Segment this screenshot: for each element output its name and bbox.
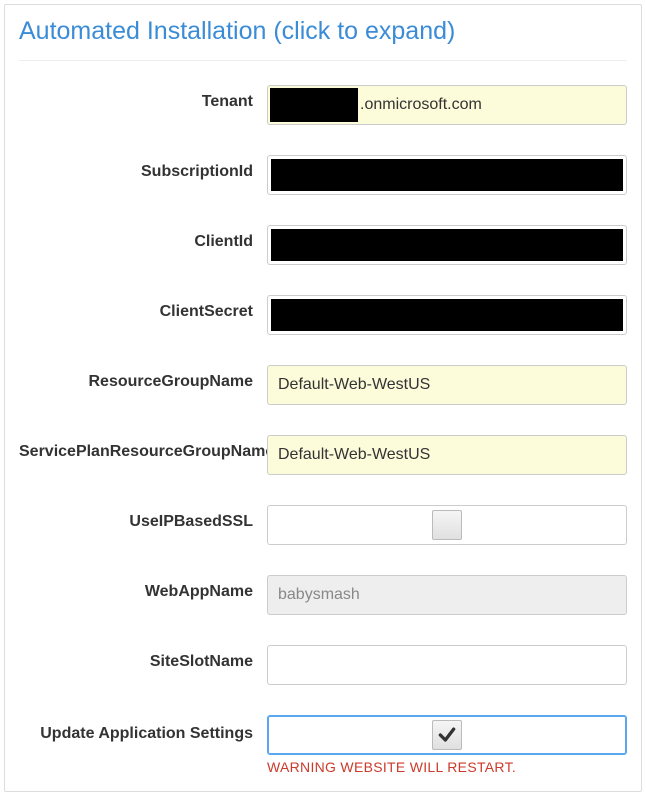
row-client-id: ClientId xyxy=(19,225,627,265)
restart-warning: WARNING WEBSITE WILL RESTART. xyxy=(267,759,627,775)
label-client-secret: ClientSecret xyxy=(19,295,267,321)
label-subscription-id: SubscriptionId xyxy=(19,155,267,181)
panel-title[interactable]: Automated Installation (click to expand) xyxy=(19,17,627,46)
label-web-app-name: WebAppName xyxy=(19,575,267,601)
resource-group-name-input[interactable] xyxy=(267,365,627,405)
use-ip-based-ssl-container xyxy=(267,505,627,545)
use-ip-based-ssl-checkbox[interactable] xyxy=(432,510,462,540)
row-subscription-id: SubscriptionId xyxy=(19,155,627,195)
row-service-plan-rg-name: ServicePlanResourceGroupName xyxy=(19,435,627,475)
row-site-slot-name: SiteSlotName xyxy=(19,645,627,685)
label-site-slot-name: SiteSlotName xyxy=(19,645,267,671)
label-resource-group-name: ResourceGroupName xyxy=(19,365,267,391)
client-id-input[interactable] xyxy=(267,225,627,265)
update-app-settings-checkbox[interactable] xyxy=(432,720,462,750)
label-service-plan-rg-name: ServicePlanResourceGroupName xyxy=(19,435,267,461)
tenant-input[interactable]: .onmicrosoft.com xyxy=(267,85,627,125)
label-update-app-settings: Update Application Settings xyxy=(19,715,267,745)
row-use-ip-based-ssl: UseIPBasedSSL xyxy=(19,505,627,545)
web-app-name-input xyxy=(267,575,627,615)
row-tenant: Tenant .onmicrosoft.com xyxy=(19,85,627,125)
divider xyxy=(19,60,627,61)
row-web-app-name: WebAppName xyxy=(19,575,627,615)
site-slot-name-input[interactable] xyxy=(267,645,627,685)
tenant-redacted-value xyxy=(270,88,358,122)
client-secret-input[interactable] xyxy=(267,295,627,335)
label-use-ip-based-ssl: UseIPBasedSSL xyxy=(19,505,267,531)
label-client-id: ClientId xyxy=(19,225,267,251)
update-app-settings-container xyxy=(267,715,627,755)
tenant-suffix: .onmicrosoft.com xyxy=(360,96,482,114)
row-resource-group-name: ResourceGroupName xyxy=(19,365,627,405)
subscription-id-input[interactable] xyxy=(267,155,627,195)
settings-form: Tenant .onmicrosoft.com SubscriptionId C… xyxy=(19,85,627,775)
row-client-secret: ClientSecret xyxy=(19,295,627,335)
row-update-app-settings: Update Application Settings WARNING WEBS… xyxy=(19,715,627,775)
check-icon xyxy=(437,725,457,745)
label-tenant: Tenant xyxy=(19,85,267,111)
service-plan-rg-name-input[interactable] xyxy=(267,435,627,475)
automated-installation-panel: Automated Installation (click to expand)… xyxy=(4,4,642,792)
